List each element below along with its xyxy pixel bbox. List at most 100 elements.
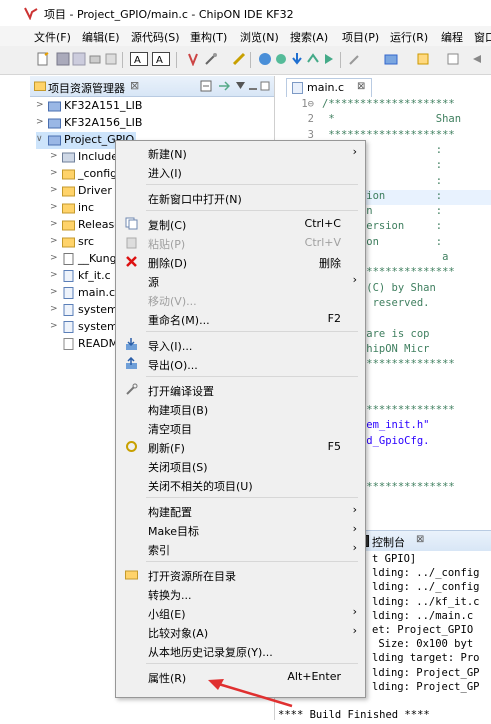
menu-item[interactable]: 索引 › [116,539,365,558]
expand-arrow-icon[interactable]: > [50,168,60,178]
tree-item-label: _config [78,167,118,180]
expand-arrow-icon[interactable]: > [50,236,60,246]
menu-item[interactable]: 清空项目 [116,418,365,437]
app-logo-icon [24,7,38,20]
next-annotation-icon[interactable] [446,52,460,66]
file-icon [63,253,74,265]
menu-source[interactable]: 源代码(S) [131,29,180,45]
connect-icon[interactable] [274,52,288,66]
menu-item[interactable]: Make目标 › [116,520,365,539]
code-text: ******************** [322,128,455,141]
menu-item[interactable]: 进入(I) [116,162,365,181]
menu-separator [146,663,358,664]
minimize-icon[interactable] [248,80,258,92]
expand-arrow-icon[interactable]: > [50,321,60,331]
menu-item-label: 在新窗口中打开(N) [148,193,242,206]
expand-arrow-icon[interactable]: > [50,287,60,297]
debug-icon[interactable] [186,52,200,66]
font-decrease-icon[interactable]: A [152,52,170,66]
console-line: Size: 0x100 byt [372,638,474,651]
menu-item[interactable]: 关闭项目(S) [116,456,365,475]
menu-item-label: 打开资源所在目录 [148,570,236,583]
menu-item[interactable]: 重命名(M)... F2 [116,309,365,328]
expand-arrow-icon[interactable]: > [50,304,60,314]
tree-item-label: kf_it.c [78,269,111,282]
menu-search[interactable]: 搜索(A) [290,29,328,45]
menu-item[interactable]: 复制(C) Ctrl+C [116,214,365,233]
code-line[interactable]: 1⊖ /******************** [280,98,491,113]
build-icon[interactable] [232,52,246,66]
menu-refactor[interactable]: 重构(T) [190,29,227,45]
menu-edit[interactable]: 编辑(E) [82,29,120,45]
menu-separator [146,376,358,377]
explorer-close-icon[interactable]: ⊠ [130,79,139,92]
collapse-arrow-icon[interactable]: ∨ [36,134,46,144]
menu-item[interactable]: 导出(O)... [116,354,365,373]
menu-separator [146,331,358,332]
menu-item[interactable]: 刷新(F) F5 [116,437,365,456]
menu-item[interactable]: 小组(E) › [116,603,365,622]
search-ref-icon[interactable] [384,52,398,66]
menu-item[interactable]: 转换为... [116,584,365,603]
expand-arrow-icon[interactable]: > [50,151,60,161]
tab-main-c[interactable]: main.c ⊠ [286,78,372,97]
menu-run[interactable]: 运行(R) [390,29,428,45]
print-icon[interactable] [88,52,102,66]
collapse-all-icon[interactable] [200,80,212,92]
external-tools-icon[interactable] [348,52,362,66]
run-icon[interactable] [322,52,336,66]
view-menu-icon[interactable] [236,82,245,90]
menu-item[interactable]: 构建配置 › [116,501,365,520]
menu-item[interactable]: 在新窗口中打开(N) [116,188,365,207]
menu-item[interactable]: 新建(N) › [116,143,365,162]
expand-arrow-icon[interactable]: > [50,185,60,195]
save-icon[interactable] [56,52,70,66]
font-increase-icon[interactable]: A [130,52,148,66]
download-icon[interactable] [290,52,304,66]
window-title: 项目 - Project_GPIO/main.c - ChipON IDE KF… [44,8,294,21]
menu-item[interactable]: 打开编译设置 [116,380,365,399]
tab-close-icon[interactable]: ⊠ [357,81,365,92]
new-file-icon[interactable] [36,52,50,66]
menu-item[interactable]: 导入(I)... [116,335,365,354]
submenu-arrow-icon: › [352,522,357,535]
expand-arrow-icon[interactable]: > [50,202,60,212]
code-line[interactable]: 2 * Shan [280,113,491,128]
menu-separator [146,184,358,185]
menu-item-label: 导入(I)... [148,340,193,353]
menu-item[interactable]: 源 › [116,271,365,290]
menu-window[interactable]: 窗口 [474,29,491,45]
menu-item[interactable]: 删除(D) 删除 [116,252,365,271]
menu-item-shortcut: Ctrl+V [304,236,341,249]
expand-arrow-icon[interactable]: > [50,219,60,229]
maximize-icon[interactable] [260,80,270,92]
console-close-icon[interactable]: ⊠ [416,534,424,545]
menu-navigate[interactable]: 浏览(N) [240,29,279,45]
menu-item-label: 关闭项目(S) [148,461,208,474]
save-all-icon[interactable] [72,52,86,66]
console-line: t GPIO] [372,553,417,565]
open-type-icon[interactable] [416,52,430,66]
tools-icon[interactable] [204,52,218,66]
expand-arrow-icon[interactable]: > [36,117,46,127]
globe-icon[interactable] [258,52,272,66]
menu-item[interactable]: 构建项目(B) [116,399,365,418]
menu-item[interactable]: 关闭不相关的项目(U) [116,475,365,494]
expand-arrow-icon[interactable]: > [50,253,60,263]
expand-arrow-icon[interactable]: > [36,100,46,110]
menu-item-label: 粘贴(P) [148,238,186,251]
prev-annotation-icon[interactable] [470,52,484,66]
menu-file[interactable]: 文件(F) [34,29,71,45]
menu-item[interactable]: 打开资源所在目录 [116,565,365,584]
menu-item[interactable]: 从本地历史记录复原(Y)... [116,641,365,660]
menu-item[interactable]: 比较对象(A) › [116,622,365,641]
step-icon[interactable] [306,52,320,66]
properties-icon[interactable] [104,52,118,66]
submenu-arrow-icon: › [352,503,357,516]
link-editor-icon[interactable] [218,80,230,92]
menu-project[interactable]: 项目(P) [342,29,379,45]
menu-program[interactable]: 编程 [441,29,463,45]
menu-separator [146,210,358,211]
toolbar-separator [340,52,341,68]
expand-arrow-icon[interactable]: > [50,270,60,280]
